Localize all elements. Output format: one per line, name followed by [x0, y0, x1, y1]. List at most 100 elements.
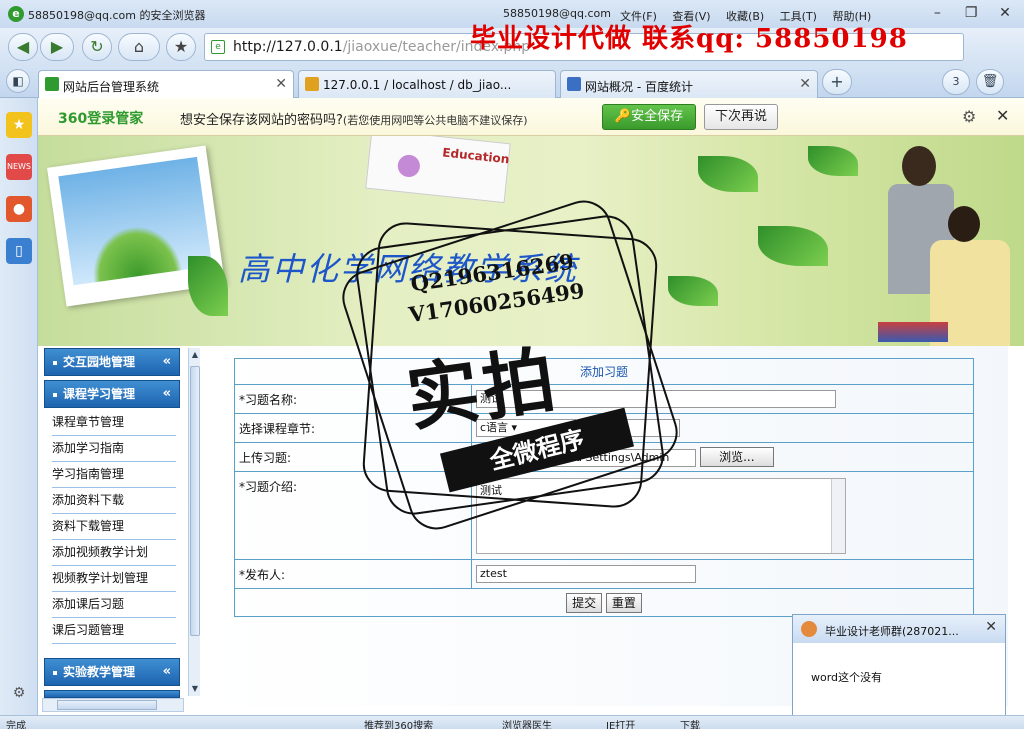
later-button[interactable]: 下次再说 [704, 104, 778, 130]
password-save-bar: 360登录管家 想安全保存该网站的密码吗?(若您使用网吧等公共电脑不建议保存) … [38, 98, 1024, 136]
sidebar-item-download-manage[interactable]: 资料下载管理 [52, 514, 176, 540]
status-ie-open[interactable]: IE打开 [606, 717, 635, 729]
scroll-down-icon[interactable]: ▼ [189, 682, 201, 696]
tab-close-icon[interactable]: ✕ [799, 76, 811, 92]
password-prompt: 想安全保存该网站的密码吗?(若您使用网吧等公共电脑不建议保存) [180, 113, 528, 128]
course-select[interactable]: c语言 ▾ [476, 419, 576, 437]
exercise-name-input[interactable]: 测试 [476, 390, 836, 408]
section-partial[interactable] [44, 690, 180, 698]
sidebar-horizontal-scrollbar[interactable] [42, 698, 184, 712]
scroll-thumb[interactable] [57, 700, 157, 710]
leaf-decoration [758, 226, 828, 266]
tab-label: 网站后台管理系统 [63, 80, 160, 94]
sidebar-item-add-guide[interactable]: 添加学习指南 [52, 436, 176, 462]
tab-phpmyadmin[interactable]: 127.0.0.1 / localhost / db_jiao... [298, 70, 556, 98]
textarea-scrollbar[interactable] [831, 478, 845, 553]
upload-path-input[interactable]: C:\Documents and Settings\Admin [476, 448, 696, 467]
favorite-star-icon[interactable]: ★ [166, 33, 196, 61]
education-card: Education [365, 136, 511, 204]
section-interaction[interactable]: 交互园地管理 « [44, 348, 180, 376]
chapter-label: 选择课程章节: [234, 413, 472, 443]
tab-baidu-stats[interactable]: 网站概况 - 百度统计 ✕ [560, 70, 818, 98]
gear-icon[interactable]: ⚙ [962, 107, 976, 126]
sidebar-item-add-download[interactable]: 添加资料下载 [52, 488, 176, 514]
weibo-icon[interactable]: ● [6, 196, 32, 222]
chapter-select[interactable]: 章节 ▾ [579, 419, 680, 437]
refresh-icon[interactable]: ↻ [82, 33, 112, 61]
tab-page-icon [45, 77, 59, 91]
collapse-icon[interactable]: « [163, 381, 171, 407]
key-icon: 🔑 [614, 109, 632, 124]
group-avatar-icon [801, 621, 817, 637]
status-search-recommend[interactable]: 推荐到360搜索 [364, 717, 433, 729]
sidebar-item-guide-manage[interactable]: 学习指南管理 [52, 462, 176, 488]
tab-close-icon[interactable]: ✕ [275, 76, 287, 92]
tab-label: 127.0.0.1 / localhost / db_jiao... [323, 78, 512, 92]
collapse-icon[interactable]: « [163, 659, 171, 685]
section-experiment[interactable]: 实验教学管理 « [44, 658, 180, 686]
publisher-input[interactable]: ztest [476, 565, 696, 583]
chat-header: 毕业设计老师群(287021... ✕ [793, 615, 1005, 643]
teacher-student-illustration [858, 136, 1024, 346]
leaf-decoration [808, 146, 858, 176]
overlay-ad-text: 毕业设计代做 联系qq: 58850198 [470, 24, 908, 54]
sidebar-item-add-exercise[interactable]: 添加课后习题 [52, 592, 176, 618]
sidebar-vertical-scrollbar[interactable]: ▲ ▼ [188, 348, 200, 696]
collapse-icon[interactable]: « [163, 349, 171, 375]
news-icon[interactable]: NEWS [6, 154, 32, 180]
settings-gear-icon[interactable]: ⚙ [6, 680, 32, 706]
admin-sidebar: 交互园地管理 « 课程学习管理 « 课程章节管理 添加学习指南 学习指南管理 添加资… [42, 348, 184, 698]
home-icon[interactable]: ⌂ [118, 33, 160, 61]
status-download[interactable]: 下载 [680, 717, 700, 729]
sidebar-item-exercise-manage[interactable]: 课后习题管理 [52, 618, 176, 644]
favorites-icon[interactable]: ★ [6, 112, 32, 138]
new-tab-icon[interactable]: + [822, 69, 852, 95]
forward-icon[interactable]: ▶ [40, 33, 74, 61]
browse-button[interactable]: 浏览... [699, 447, 774, 467]
back-icon[interactable]: ◀ [8, 33, 38, 61]
save-password-button[interactable]: 🔑安全保存 [602, 104, 696, 130]
close-bar-icon[interactable]: ✕ [996, 106, 1009, 125]
minimize-icon[interactable]: – [922, 2, 952, 24]
leaf-decoration [698, 156, 758, 192]
upload-label: 上传习题: [234, 442, 472, 472]
window-title: 58850198@qq.com 的安全浏览器 [28, 9, 206, 22]
tab-count-badge[interactable]: 3 [942, 69, 970, 95]
page-icon: e [211, 40, 225, 54]
mobile-icon[interactable]: ▯ [6, 238, 32, 264]
chat-message[interactable]: word这个没有 [811, 669, 882, 685]
site-banner: Education 高中化学网络教学系统 [38, 136, 1024, 346]
tab-page-icon [567, 77, 581, 91]
close-icon[interactable]: ✕ [990, 2, 1020, 24]
scroll-up-icon[interactable]: ▲ [189, 348, 201, 362]
chat-close-icon[interactable]: ✕ [985, 619, 997, 635]
system-title: 高中化学网络教学系统 [238, 250, 579, 288]
browser-sidebar: ★ NEWS ● ▯ ⚙ [0, 98, 38, 715]
intro-textarea[interactable]: 测试 [476, 477, 846, 554]
sidebar-item-video-plan-manage[interactable]: 视频教学计划管理 [52, 566, 176, 592]
sidebar-item-chapter-manage[interactable]: 课程章节管理 [52, 410, 176, 436]
chat-popup: 毕业设计老师群(287021... ✕ word这个没有 设置 [792, 614, 1006, 729]
browser-logo-icon: e [8, 6, 24, 22]
scroll-thumb[interactable] [190, 366, 200, 636]
chat-title[interactable]: 毕业设计老师群(287021... [825, 623, 959, 639]
tab-page-icon [305, 77, 319, 91]
reset-button[interactable]: 重置 [605, 592, 642, 613]
tab-bar: ◧ 网站后台管理系统 ✕ 127.0.0.1 / localhost / db_… [0, 66, 1024, 98]
section-course[interactable]: 课程学习管理 « [44, 380, 180, 408]
window-controls: – ❐ ✕ [922, 2, 1020, 24]
tab-label: 网站概况 - 百度统计 [585, 80, 693, 94]
trash-icon[interactable]: 🗑 [976, 69, 1004, 95]
restore-icon[interactable]: ❐ [956, 2, 986, 24]
sidebar-item-add-video-plan[interactable]: 添加视频教学计划 [52, 540, 176, 566]
sidebar-toggle-icon[interactable]: ◧ [6, 69, 30, 93]
tab-admin[interactable]: 网站后台管理系统 ✕ [38, 70, 294, 98]
submit-button[interactable]: 提交 [566, 592, 603, 613]
leaf-decoration [668, 276, 718, 306]
name-label: *习题名称: [234, 384, 472, 414]
login-manager-brand: 360登录管家 [58, 111, 144, 127]
exercise-form-table: 添加习题 *习题名称: 测试 选择课程章节: c语言 ▾ 章节 ▾ 上传习题: … [234, 358, 974, 617]
form-header: 添加习题 [234, 358, 974, 385]
status-bar: 完成 推荐到360搜索 浏览器医生 IE打开 下载 [0, 715, 1024, 729]
status-browser-doctor[interactable]: 浏览器医生 [502, 717, 552, 729]
